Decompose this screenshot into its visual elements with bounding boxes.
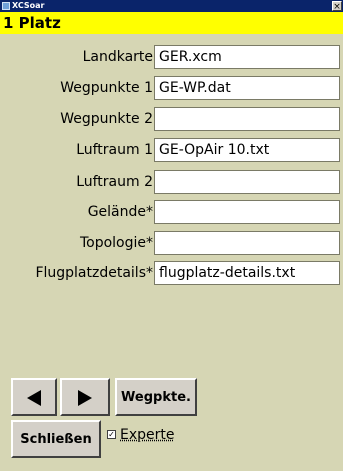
field-label: Wegpunkte 2 [60,111,153,127]
waypoints-button-label: Wegpkte. [121,390,191,405]
file-row-landkarte: Landkarte GER.xcm [0,45,343,69]
page-title: 1 Platz [3,14,61,32]
file-row-wegpunkte-2: Wegpunkte 2 [0,107,343,131]
previous-page-button[interactable] [11,378,57,416]
file-row-wegpunkte-1: Wegpunkte 1 GE-WP.dat [0,76,343,100]
field-label: Landkarte [82,49,153,65]
file-row-luftraum-1: Luftraum 1 GE-OpAir 10.txt [0,138,343,162]
file-row-luftraum-2: Luftraum 2 [0,170,343,194]
gelaende-field[interactable] [154,200,340,224]
luftraum-1-field[interactable]: GE-OpAir 10.txt [154,138,340,162]
field-label: Topologie* [79,235,153,251]
close-button-label: Schließen [20,432,92,447]
field-label: Flugplatzdetails* [35,265,153,281]
page-header: 1 Platz [0,12,343,34]
file-row-gelaende: Gelände* [0,200,343,224]
field-label: Luftraum 1 [76,142,153,158]
wegpunkte-2-field[interactable] [154,107,340,131]
flugplatzdetails-field[interactable]: flugplatz-details.txt [154,261,340,285]
triangle-left-icon [27,390,41,406]
expert-checkbox[interactable]: ✓ [107,430,116,439]
close-window-button[interactable]: × [332,1,342,12]
next-page-button[interactable] [60,378,110,416]
waypoints-button[interactable]: Wegpkte. [115,378,197,416]
close-button[interactable]: Schließen [11,420,101,458]
field-label: Wegpunkte 1 [60,80,153,96]
field-label: Gelände* [87,204,153,220]
triangle-right-icon [78,390,92,406]
expert-checkbox-label[interactable]: Experte [120,426,175,444]
field-label: Luftraum 2 [76,174,153,190]
title-bar: XCSoar × [0,0,343,12]
file-row-flugplatzdetails: Flugplatzdetails* flugplatz-details.txt [0,261,343,285]
window-title: XCSoar [12,1,45,10]
file-row-topologie: Topologie* [0,231,343,255]
app-icon [2,2,10,10]
landkarte-field[interactable]: GER.xcm [154,45,340,69]
luftraum-2-field[interactable] [154,170,340,194]
wegpunkte-1-field[interactable]: GE-WP.dat [154,76,340,100]
topologie-field[interactable] [154,231,340,255]
